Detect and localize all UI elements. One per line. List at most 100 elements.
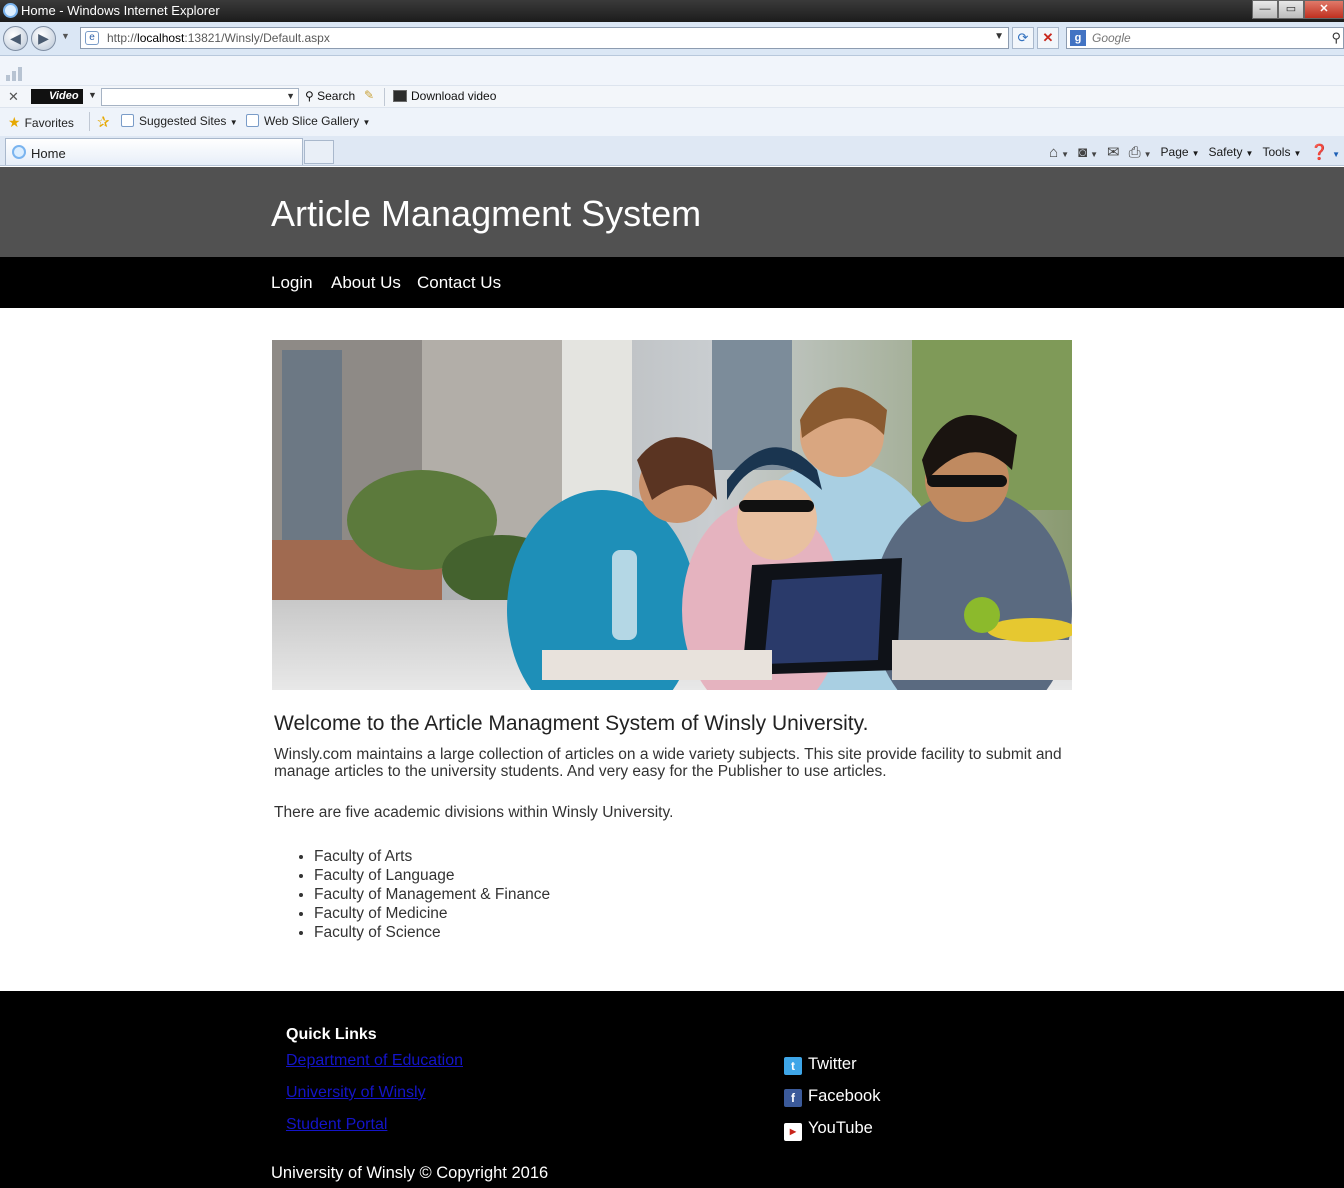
stop-button[interactable]: ✕ <box>1037 27 1059 49</box>
home-icon[interactable]: ⌂ ▼ <box>1049 144 1069 161</box>
address-url[interactable]: http://localhost:13821/Winsly/Default.as… <box>107 31 330 45</box>
tab-home[interactable]: Home <box>5 138 303 165</box>
list-item: Faculty of Arts <box>314 847 1074 866</box>
minimize-button[interactable]: — <box>1252 0 1278 19</box>
favorites-label: Favorites <box>24 116 74 130</box>
download-video-label: Download video <box>411 89 497 103</box>
back-button[interactable]: ◀ <box>3 26 28 51</box>
twitter-label: Twitter <box>808 1055 857 1073</box>
web-slice-gallery-link[interactable]: Web Slice Gallery ▼ <box>246 114 370 128</box>
university-of-winsly-link[interactable]: University of Winsly <box>286 1084 426 1102</box>
tools-menu-label: Tools <box>1262 145 1291 159</box>
command-bar: ⌂ ▼ ◙ ▼ ✉ ⎙ ▼ Page ▼ Safety ▼ Tools ▼ ❓ ▼ <box>1040 141 1344 163</box>
magnifier-icon: ⚲ <box>305 89 318 103</box>
close-toolbar-icon[interactable]: ✕ <box>8 89 19 105</box>
favorites-divider <box>89 112 90 131</box>
download-video-button[interactable]: Download video <box>393 89 496 103</box>
chevron-down-icon: ▼ <box>362 118 371 127</box>
site-navigation: Login About Us Contact Us <box>0 257 1344 308</box>
site-title: Article Managment System <box>271 193 702 234</box>
window-title: Home - Windows Internet Explorer <box>21 3 220 18</box>
forward-button[interactable]: ▶ <box>31 26 56 51</box>
toolbar-divider <box>384 88 385 106</box>
list-item: Faculty of Medicine <box>314 904 1074 923</box>
refresh-button[interactable]: ⟳ <box>1012 27 1034 49</box>
page-icon <box>121 114 134 127</box>
divisions-paragraph: There are five academic divisions within… <box>274 804 674 821</box>
video-toolbar: ✕ Video ▼ ▼ ⚲ Search ✎ Download video <box>0 85 1344 108</box>
address-toolbar: ◀ ▶ ▼ e http://localhost:13821/Winsly/De… <box>0 22 1344 56</box>
recent-pages-dropdown-icon[interactable]: ▼ <box>61 31 70 41</box>
download-video-icon <box>393 90 407 102</box>
copyright-text: University of Winsly © Copyright 2016 <box>271 1164 549 1182</box>
main-content: Welcome to the Article Managment System … <box>274 712 1074 942</box>
search-placeholder: Google <box>1092 31 1131 45</box>
youtube-label: YouTube <box>808 1119 873 1137</box>
status-strip <box>0 56 1344 85</box>
search-icon[interactable]: ⚲ <box>1331 30 1341 46</box>
address-dropdown-icon[interactable]: ▼ <box>994 31 1004 42</box>
signal-bars-icon <box>6 63 24 81</box>
favorites-button[interactable]: ★ Favorites <box>8 114 74 131</box>
new-tab-button[interactable] <box>304 140 334 164</box>
page-menu[interactable]: Page ▼ <box>1161 145 1200 159</box>
maximize-button[interactable]: ▭ <box>1278 0 1304 19</box>
nav-login-link[interactable]: Login <box>271 273 313 293</box>
favorites-bar: ★ Favorites ✰ Suggested Sites ▼ Web Slice… <box>0 108 1344 136</box>
ie-page-icon <box>12 145 26 159</box>
quick-links-heading: Quick Links <box>286 1026 377 1043</box>
youtube-icon: ▶ <box>784 1123 802 1141</box>
star-icon: ★ <box>8 114 21 130</box>
help-icon[interactable]: ❓ ▼ <box>1310 143 1340 161</box>
video-search-button[interactable]: ⚲ Search <box>305 89 355 103</box>
nav-contact-us-link[interactable]: Contact Us <box>417 273 501 293</box>
twitter-icon: t <box>784 1057 802 1075</box>
intro-paragraph: Winsly.com maintains a large collection … <box>274 746 1062 780</box>
safety-menu-label: Safety <box>1208 145 1243 159</box>
video-menu-dropdown-icon[interactable]: ▼ <box>88 90 97 100</box>
facebook-link[interactable]: f Facebook <box>784 1087 880 1107</box>
page-icon: e <box>85 31 99 45</box>
welcome-heading: Welcome to the Article Managment System … <box>274 712 869 735</box>
video-search-dropdown-icon[interactable]: ▼ <box>286 91 295 101</box>
youtube-link[interactable]: ▶ YouTube <box>784 1119 873 1141</box>
tools-menu[interactable]: Tools ▼ <box>1262 145 1301 159</box>
site-header: Article Managment System <box>0 167 1344 257</box>
tab-label: Home <box>31 146 66 161</box>
list-item: Faculty of Language <box>314 866 1074 885</box>
add-to-favorites-icon[interactable]: ✰ <box>97 113 110 131</box>
google-icon: g <box>1070 30 1086 46</box>
site-footer: Quick Links Department of Education Univ… <box>0 991 1344 1188</box>
suggested-sites-link[interactable]: Suggested Sites ▼ <box>121 114 238 128</box>
video-logo: Video <box>31 89 83 104</box>
faculty-list: Faculty of Arts Faculty of Language Facu… <box>314 847 1074 942</box>
highlight-icon[interactable]: ✎ <box>364 88 374 102</box>
safety-menu[interactable]: Safety ▼ <box>1209 145 1254 159</box>
video-search-input[interactable]: ▼ <box>101 88 299 106</box>
ie-logo-icon <box>3 3 18 18</box>
department-of-education-link[interactable]: Department of Education <box>286 1052 463 1070</box>
page-menu-label: Page <box>1160 145 1189 159</box>
page-icon <box>246 114 259 127</box>
print-icon[interactable]: ⎙ ▼ <box>1129 144 1152 161</box>
list-item: Faculty of Management & Finance <box>314 885 1074 904</box>
search-input[interactable]: g Google ⚲ <box>1066 27 1344 49</box>
feeds-icon[interactable]: ◙ ▼ <box>1078 144 1098 161</box>
mail-icon[interactable]: ✉ <box>1107 143 1120 161</box>
tab-row: Home ⌂ ▼ ◙ ▼ ✉ ⎙ ▼ Page ▼ Safety ▼ Tools ▼ ❓ ▼ <box>0 136 1344 166</box>
window-controls: — ▭ ✕ <box>1252 0 1344 19</box>
facebook-icon: f <box>784 1089 802 1107</box>
close-window-button[interactable]: ✕ <box>1304 0 1344 19</box>
nav-about-us-link[interactable]: About Us <box>331 273 401 293</box>
hero-image-students-with-laptop <box>272 340 1072 690</box>
facebook-label: Facebook <box>808 1087 881 1105</box>
address-bar[interactable]: e http://localhost:13821/Winsly/Default.… <box>80 27 1009 49</box>
suggested-sites-label: Suggested Sites <box>139 114 227 128</box>
chevron-down-icon: ▼ <box>229 118 238 127</box>
student-portal-link[interactable]: Student Portal <box>286 1116 387 1134</box>
web-slice-gallery-label: Web Slice Gallery <box>264 114 360 128</box>
twitter-link[interactable]: t Twitter <box>784 1055 857 1075</box>
video-search-label: Search <box>317 89 356 103</box>
list-item: Faculty of Science <box>314 923 1074 942</box>
window-titlebar: Home - Windows Internet Explorer — ▭ ✕ <box>0 0 1344 22</box>
